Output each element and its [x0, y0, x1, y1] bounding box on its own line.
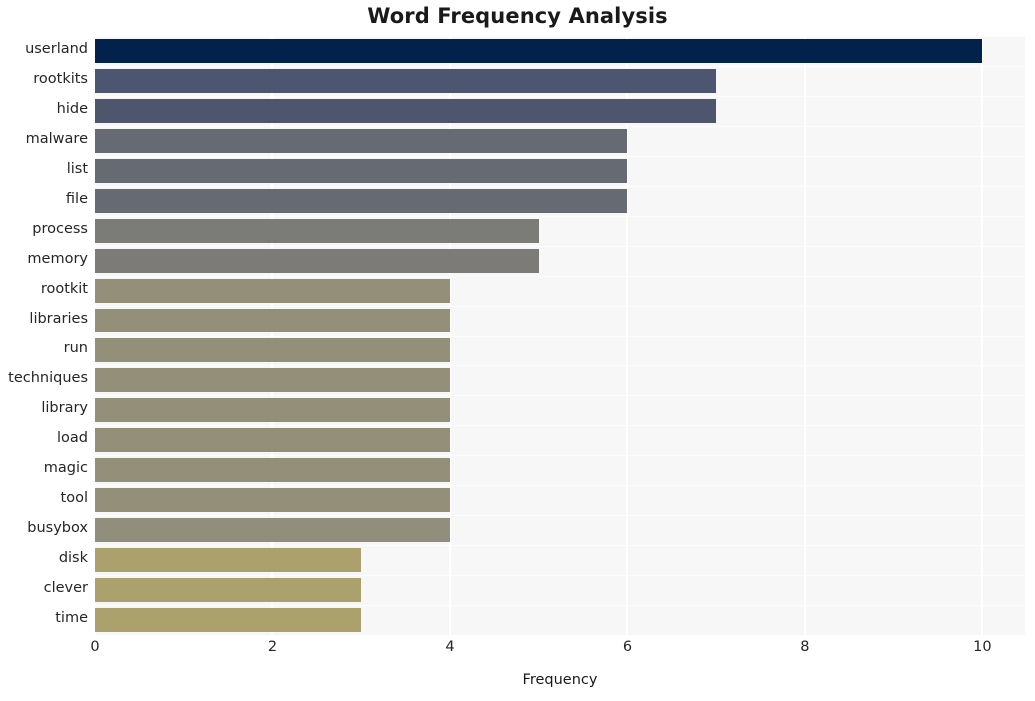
bar-library[interactable] — [95, 398, 450, 423]
bar-row — [95, 398, 1025, 423]
bar-load[interactable] — [95, 428, 450, 453]
y-tick-label-tool: tool — [60, 490, 88, 507]
bar-busybox[interactable] — [95, 518, 450, 543]
y-tick-label-list: list — [66, 160, 88, 177]
y-tick-label-load: load — [57, 430, 88, 447]
bar-malware[interactable] — [95, 128, 628, 153]
bar-memory[interactable] — [95, 248, 539, 273]
bar-process[interactable] — [95, 218, 539, 243]
y-tick-label-clever: clever — [43, 580, 88, 597]
y-tick-label-hide: hide — [56, 100, 88, 117]
bar-row — [95, 38, 1025, 63]
horizontal-gridline — [95, 335, 1025, 337]
y-tick-label-memory: memory — [27, 250, 88, 267]
horizontal-gridline — [95, 605, 1025, 607]
bar-time[interactable] — [95, 608, 362, 632]
bar-file[interactable] — [95, 188, 628, 213]
plot-area — [94, 36, 1025, 636]
horizontal-gridline — [95, 545, 1025, 547]
y-axis-tick-labels: userland rootkits hide malware list file proce… — [0, 36, 88, 635]
y-tick-label-run: run — [63, 340, 88, 357]
horizontal-gridline — [95, 485, 1025, 487]
x-tick-label-8: 8 — [800, 639, 810, 655]
y-tick-label-library: library — [41, 400, 88, 417]
bar-row — [95, 308, 1025, 333]
horizontal-gridline — [95, 365, 1025, 367]
y-tick-label-time: time — [55, 610, 88, 627]
y-tick-label-libraries: libraries — [29, 310, 88, 327]
bar-row — [95, 458, 1025, 483]
bar-row — [95, 218, 1025, 243]
x-tick-label-10: 10 — [973, 639, 992, 655]
bar-hide[interactable] — [95, 98, 717, 123]
horizontal-gridline — [95, 455, 1025, 457]
horizontal-gridline — [95, 515, 1025, 517]
bar-userland[interactable] — [95, 38, 983, 63]
bar-row — [95, 98, 1025, 123]
y-tick-label-file: file — [65, 190, 88, 207]
x-axis-tick-labels: 0 2 4 6 8 10 — [0, 639, 1035, 665]
horizontal-gridline — [95, 95, 1025, 97]
y-tick-label-disk: disk — [58, 550, 88, 567]
bar-row — [95, 188, 1025, 213]
horizontal-gridline — [95, 36, 1025, 37]
horizontal-gridline — [95, 245, 1025, 247]
bar-techniques[interactable] — [95, 368, 450, 393]
y-tick-label-rootkits: rootkits — [33, 70, 88, 87]
horizontal-gridline — [95, 305, 1025, 307]
bar-row — [95, 368, 1025, 393]
horizontal-gridline — [95, 215, 1025, 217]
bar-rootkits[interactable] — [95, 68, 717, 93]
bar-list[interactable] — [95, 158, 628, 183]
bar-row — [95, 548, 1025, 573]
y-tick-label-process: process — [32, 220, 88, 237]
word-frequency-chart: Word Frequency Analysis userland rootkits… — [0, 0, 1035, 701]
horizontal-gridline — [95, 125, 1025, 127]
horizontal-gridline — [95, 275, 1025, 277]
bar-disk[interactable] — [95, 548, 362, 573]
horizontal-gridline — [95, 575, 1025, 577]
bar-row — [95, 128, 1025, 153]
horizontal-gridline — [95, 635, 1025, 636]
y-tick-label-malware: malware — [25, 130, 88, 147]
x-tick-label-4: 4 — [445, 639, 455, 655]
bar-magic[interactable] — [95, 458, 450, 483]
y-tick-label-techniques: techniques — [8, 370, 88, 387]
bar-row — [95, 278, 1025, 303]
horizontal-gridline — [95, 425, 1025, 427]
horizontal-gridline — [95, 395, 1025, 397]
bar-row — [95, 158, 1025, 183]
x-tick-label-6: 6 — [622, 639, 633, 655]
y-tick-label-magic: magic — [43, 460, 88, 477]
page-title: Word Frequency Analysis — [367, 4, 668, 28]
y-tick-label-rootkit: rootkit — [40, 280, 88, 297]
bar-row — [95, 608, 1025, 632]
x-tick-label-2: 2 — [267, 639, 278, 655]
bar-row — [95, 578, 1025, 603]
bar-tool[interactable] — [95, 488, 450, 513]
y-tick-label-userland: userland — [25, 40, 88, 57]
bar-row — [95, 518, 1025, 543]
bar-row — [95, 488, 1025, 513]
horizontal-gridline — [95, 185, 1025, 187]
bar-row — [95, 248, 1025, 273]
bar-rootkit[interactable] — [95, 278, 450, 303]
horizontal-gridline — [95, 65, 1025, 67]
x-tick-label-0: 0 — [90, 639, 100, 655]
bar-clever[interactable] — [95, 578, 362, 603]
horizontal-gridline — [95, 155, 1025, 157]
bar-row — [95, 428, 1025, 453]
bar-row — [95, 338, 1025, 363]
bar-row — [95, 68, 1025, 93]
y-tick-label-busybox: busybox — [27, 520, 88, 537]
bar-run[interactable] — [95, 338, 450, 363]
x-axis-label: Frequency — [522, 672, 598, 688]
bar-libraries[interactable] — [95, 308, 450, 333]
